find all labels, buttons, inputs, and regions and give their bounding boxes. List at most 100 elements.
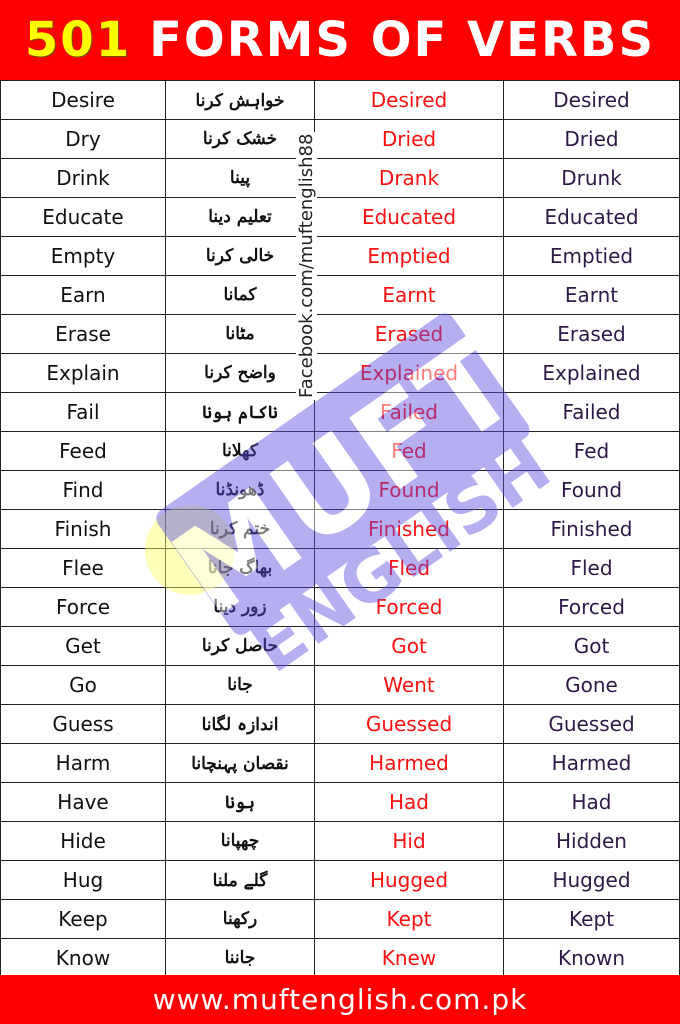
base-form: Guess [0, 704, 166, 744]
base-form: Have [0, 782, 166, 822]
urdu-meaning: واضح کرنا [165, 353, 315, 393]
table-row: Find ڈھونڈنا Found Found [0, 470, 680, 510]
urdu-meaning: ہونا [165, 782, 315, 822]
past-form: Erased [314, 314, 504, 354]
urdu-meaning: رکھنا [165, 899, 315, 939]
past-participle: Dried [503, 119, 680, 159]
past-form: Guessed [314, 704, 504, 744]
past-participle: Desired [503, 80, 680, 120]
past-participle: Fed [503, 431, 680, 471]
base-form: Empty [0, 236, 166, 276]
past-form: Failed [314, 392, 504, 432]
past-form: Educated [314, 197, 504, 237]
base-form: Finish [0, 509, 166, 549]
past-form: Had [314, 782, 504, 822]
past-form: Hid [314, 821, 504, 861]
urdu-meaning: کمانا [165, 275, 315, 315]
table-row: Explain واضح کرنا Explained Explained [0, 353, 680, 393]
facebook-watermark: Facebook.com/muftenglish88 [296, 131, 317, 400]
table-row: Fail ناکام ہونا Failed Failed [0, 392, 680, 432]
past-form: Emptied [314, 236, 504, 276]
urdu-meaning: زور دینا [165, 587, 315, 627]
urdu-meaning: نقصان پہنچانا [165, 743, 315, 783]
urdu-meaning: ڈھونڈنا [165, 470, 315, 510]
past-participle: Drunk [503, 158, 680, 198]
base-form: Hide [0, 821, 166, 861]
table-row: Hug گلے ملنا Hugged Hugged [0, 860, 680, 900]
past-participle: Finished [503, 509, 680, 549]
past-participle: Gone [503, 665, 680, 705]
urdu-meaning: بھاگ جانا [165, 548, 315, 588]
past-form: Kept [314, 899, 504, 939]
base-form: Desire [0, 80, 166, 120]
past-form: Earnt [314, 275, 504, 315]
past-form: Went [314, 665, 504, 705]
past-participle: Earnt [503, 275, 680, 315]
table-row: Empty خالی کرنا Emptied Emptied [0, 236, 680, 276]
table-row: Finish ختم کرنا Finished Finished [0, 509, 680, 549]
base-form: Find [0, 470, 166, 510]
past-form: Fled [314, 548, 504, 588]
past-participle: Known [503, 938, 680, 978]
past-form: Forced [314, 587, 504, 627]
past-form: Knew [314, 938, 504, 978]
urdu-meaning: گلے ملنا [165, 860, 315, 900]
title-number: 501 [24, 12, 132, 68]
table-row: Get حاصل کرنا Got Got [0, 626, 680, 666]
urdu-meaning: چھپانا [165, 821, 315, 861]
base-form: Earn [0, 275, 166, 315]
urdu-meaning: خالی کرنا [165, 236, 315, 276]
urdu-meaning: خشک کرنا [165, 119, 315, 159]
base-form: Fail [0, 392, 166, 432]
urdu-meaning: حاصل کرنا [165, 626, 315, 666]
urdu-meaning: اندازہ لگانا [165, 704, 315, 744]
table-row: Dry خشک کرنا Dried Dried [0, 119, 680, 159]
urdu-meaning: جاننا [165, 938, 315, 978]
past-participle: Explained [503, 353, 680, 393]
table-row: Feed کھلانا Fed Fed [0, 431, 680, 471]
urdu-meaning: جانا [165, 665, 315, 705]
table-row: Desire خواہش کرنا Desired Desired [0, 80, 680, 120]
past-participle: Educated [503, 197, 680, 237]
page-title: FORMS OF VERBS [149, 12, 656, 68]
table-row: Force زور دینا Forced Forced [0, 587, 680, 627]
past-participle: Emptied [503, 236, 680, 276]
verb-forms-table: Desire خواہش کرنا Desired Desired Dry خشک کرن… [0, 80, 680, 978]
base-form: Hug [0, 860, 166, 900]
past-participle: Kept [503, 899, 680, 939]
table-row: Go جانا Went Gone [0, 665, 680, 705]
past-participle: Failed [503, 392, 680, 432]
past-participle: Hidden [503, 821, 680, 861]
table-row: Have ہونا Had Had [0, 782, 680, 822]
base-form: Harm [0, 743, 166, 783]
past-form: Harmed [314, 743, 504, 783]
base-form: Dry [0, 119, 166, 159]
table-row: Erase مٹانا Erased Erased [0, 314, 680, 354]
past-form: Explained [314, 353, 504, 393]
base-form: Educate [0, 197, 166, 237]
base-form: Flee [0, 548, 166, 588]
past-participle: Got [503, 626, 680, 666]
base-form: Erase [0, 314, 166, 354]
past-participle: Harmed [503, 743, 680, 783]
table-row: Harm نقصان پہنچانا Harmed Harmed [0, 743, 680, 783]
urdu-meaning: خواہش کرنا [165, 80, 315, 120]
table-row: Guess اندازہ لگانا Guessed Guessed [0, 704, 680, 744]
past-form: Got [314, 626, 504, 666]
base-form: Go [0, 665, 166, 705]
past-participle: Guessed [503, 704, 680, 744]
base-form: Keep [0, 899, 166, 939]
urdu-meaning: ناکام ہونا [165, 392, 315, 432]
past-participle: Forced [503, 587, 680, 627]
table-row: Keep رکھنا Kept Kept [0, 899, 680, 939]
base-form: Know [0, 938, 166, 978]
urdu-meaning: ختم کرنا [165, 509, 315, 549]
table-row: Know جاننا Knew Known [0, 938, 680, 978]
urdu-meaning: تعلیم دینا [165, 197, 315, 237]
urdu-meaning: کھلانا [165, 431, 315, 471]
past-form: Finished [314, 509, 504, 549]
past-participle: Hugged [503, 860, 680, 900]
base-form: Explain [0, 353, 166, 393]
footer-url: www.muftenglish.com.pk [0, 975, 680, 1024]
table-row: Flee بھاگ جانا Fled Fled [0, 548, 680, 588]
